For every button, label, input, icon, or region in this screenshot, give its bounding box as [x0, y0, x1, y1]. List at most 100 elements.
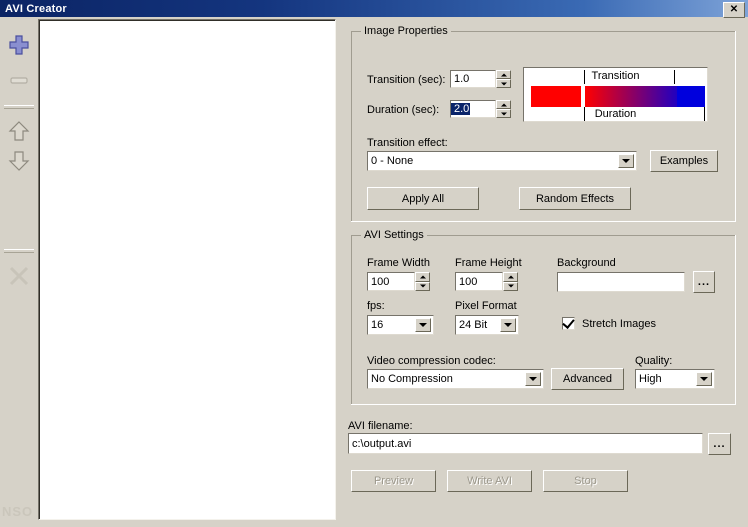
frame-width-stepper[interactable] — [415, 272, 430, 291]
move-up-button[interactable] — [7, 119, 31, 143]
left-toolbar — [0, 19, 38, 524]
watermark-text: NSO — [2, 504, 34, 519]
chevron-down-icon[interactable] — [525, 372, 541, 386]
transition-preview: Transition Duration — [523, 67, 708, 122]
transition-effect-value: 0 - None — [371, 155, 414, 167]
stop-button: Stop — [543, 470, 628, 492]
duration-stepper-up[interactable] — [496, 100, 511, 109]
fps-value: 16 — [371, 319, 384, 331]
examples-button[interactable]: Examples — [650, 150, 718, 172]
preview-button-label: Preview — [373, 475, 414, 487]
toolbar-separator-1 — [4, 105, 34, 109]
write-avi-button: Write AVI — [447, 470, 532, 492]
background-browse-label: ... — [697, 276, 711, 288]
transition-stepper-up[interactable] — [496, 70, 511, 79]
duration-stepper[interactable] — [496, 100, 511, 118]
check-icon — [562, 316, 575, 329]
chevron-down-icon[interactable] — [415, 318, 431, 332]
frame-width-input[interactable]: 100 — [367, 272, 415, 291]
remove-image-button — [7, 68, 31, 92]
frame-width-label: Frame Width — [367, 257, 430, 269]
apply-all-button[interactable]: Apply All — [367, 187, 479, 210]
stretch-images-checkbox[interactable] — [562, 316, 575, 330]
avi-filename-label: AVI filename: — [348, 420, 413, 432]
image-properties-group: Image Properties Transition (sec): 1.0 D… — [351, 25, 736, 222]
avi-creator-window: AVI Creator ✕ NSO Image Properties Trans… — [0, 0, 748, 527]
preview-tick-top-right — [674, 70, 675, 84]
codec-value: No Compression — [371, 373, 453, 385]
transition-effect-select[interactable]: 0 - None — [367, 151, 637, 171]
quality-label: Quality: — [635, 355, 673, 367]
arrow-down-icon — [8, 151, 30, 171]
preview-tick-top-left — [584, 70, 585, 84]
image-list-panel[interactable] — [38, 19, 336, 520]
close-glyph: ✕ — [729, 4, 739, 15]
codec-select[interactable]: No Compression — [367, 369, 544, 389]
preview-start-swatch — [531, 86, 581, 107]
codec-label: Video compression codec: — [367, 355, 496, 367]
background-input[interactable] — [557, 272, 685, 292]
frame-height-label: Frame Height — [455, 257, 522, 269]
examples-button-label: Examples — [659, 155, 709, 167]
pixel-format-value: 24 Bit — [459, 319, 488, 331]
fps-label: fps: — [367, 300, 385, 312]
window-title: AVI Creator — [5, 2, 67, 15]
advanced-button[interactable]: Advanced — [551, 368, 624, 390]
duration-value: 2.0 — [451, 103, 471, 115]
close-icon[interactable]: ✕ — [723, 2, 745, 18]
preview-top-label: Transition — [591, 70, 640, 82]
toolbar-separator-2 — [4, 249, 34, 253]
frame-height-value: 100 — [459, 275, 478, 288]
pixel-format-select[interactable]: 24 Bit — [455, 315, 519, 335]
preview-button: Preview — [351, 470, 436, 492]
duration-stepper-down[interactable] — [496, 109, 511, 118]
background-label: Background — [557, 257, 616, 269]
frame-width-stepper-down[interactable] — [415, 281, 430, 291]
quality-select[interactable]: High — [635, 369, 715, 389]
arrow-up-icon — [8, 121, 30, 141]
transition-stepper-down[interactable] — [496, 79, 511, 88]
chevron-down-icon[interactable] — [500, 318, 516, 332]
transition-label: Transition (sec): — [367, 74, 446, 86]
random-effects-button[interactable]: Random Effects — [519, 187, 631, 210]
background-browse-button[interactable]: ... — [693, 271, 715, 293]
write-avi-button-label: Write AVI — [467, 475, 512, 487]
transition-value: 1.0 — [454, 73, 470, 85]
stop-button-label: Stop — [574, 475, 597, 487]
pixel-format-label: Pixel Format — [455, 300, 517, 312]
avi-filename-browse-label: ... — [713, 438, 726, 450]
image-properties-title: Image Properties — [361, 25, 451, 37]
preview-tick-bottom-left — [584, 107, 585, 121]
duration-input[interactable]: 2.0 — [450, 100, 496, 118]
minus-icon — [10, 77, 28, 84]
preview-gradient — [585, 86, 691, 107]
frame-height-input[interactable]: 100 — [455, 272, 503, 291]
transition-effect-label: Transition effect: — [367, 137, 448, 149]
preview-end-swatch — [677, 86, 705, 107]
preview-bottom-label: Duration — [594, 108, 637, 120]
avi-settings-group: AVI Settings Frame Width 100 Frame Heigh… — [351, 229, 736, 405]
frame-width-value: 100 — [371, 275, 390, 288]
random-effects-button-label: Random Effects — [535, 192, 615, 205]
avi-filename-input[interactable]: c:\output.avi — [348, 433, 703, 454]
plus-icon — [9, 35, 29, 55]
transition-input[interactable]: 1.0 — [450, 70, 496, 88]
close-x-icon — [9, 266, 29, 286]
frame-height-stepper[interactable] — [503, 272, 518, 291]
title-bar: AVI Creator ✕ — [0, 0, 748, 18]
frame-height-stepper-up[interactable] — [503, 272, 518, 282]
move-down-button[interactable] — [7, 149, 31, 173]
avi-filename-value: c:\output.avi — [352, 437, 412, 450]
add-image-button[interactable] — [7, 33, 31, 57]
apply-all-button-label: Apply All — [401, 192, 445, 205]
clear-all-button — [7, 264, 31, 288]
transition-stepper[interactable] — [496, 70, 511, 88]
stretch-images-label: Stretch Images — [582, 318, 656, 330]
frame-width-stepper-up[interactable] — [415, 272, 430, 282]
avi-filename-browse-button[interactable]: ... — [708, 433, 731, 455]
chevron-down-icon[interactable] — [618, 154, 634, 168]
frame-height-stepper-down[interactable] — [503, 281, 518, 291]
chevron-down-icon[interactable] — [696, 372, 712, 386]
duration-label: Duration (sec): — [367, 104, 440, 116]
fps-select[interactable]: 16 — [367, 315, 434, 335]
